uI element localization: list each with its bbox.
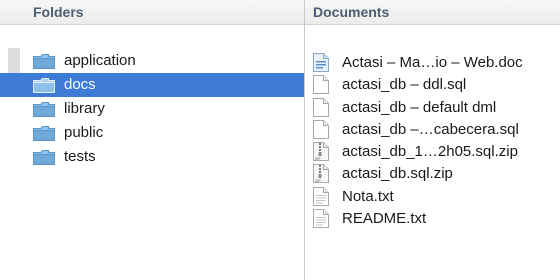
- zip-archive-icon: ZIP: [313, 142, 329, 162]
- document-icon: [313, 97, 329, 117]
- document-item[interactable]: Nota.txt: [305, 186, 560, 208]
- folders-column: Folders application docs library public …: [0, 0, 304, 280]
- document-label: actasi_db – ddl.sql: [342, 76, 467, 94]
- folder-item-label: docs: [64, 76, 96, 93]
- folder-item-tests[interactable]: tests: [0, 145, 304, 169]
- folder-item-public[interactable]: public: [0, 121, 304, 145]
- document-item[interactable]: actasi_db –…cabecera.sql: [305, 119, 560, 141]
- document-label: README.txt: [342, 210, 427, 228]
- folder-item-docs[interactable]: docs: [0, 73, 304, 97]
- folder-item-label: tests: [64, 148, 96, 165]
- folders-header: Folders: [0, 0, 304, 25]
- svg-text:ZIP: ZIP: [315, 179, 321, 183]
- folder-item-library[interactable]: library: [0, 97, 304, 121]
- document-item[interactable]: actasi_db – ddl.sql: [305, 74, 560, 96]
- column-browser: Folders application docs library public …: [0, 0, 560, 280]
- document-label: actasi_db –…cabecera.sql: [342, 120, 519, 138]
- folder-icon: [33, 54, 55, 69]
- documents-list: Actasi – Ma…io – Web.doc actasi_db – ddl…: [305, 52, 560, 230]
- folder-icon: [33, 78, 55, 93]
- folder-item-application[interactable]: application: [0, 49, 304, 73]
- folder-item-label: library: [64, 100, 105, 117]
- word-document-icon: [313, 53, 329, 72]
- text-file-icon: [313, 209, 329, 229]
- svg-text:ZIP: ZIP: [315, 157, 321, 161]
- document-item[interactable]: ZIP actasi_db_1…2h05.sql.zip: [305, 141, 560, 163]
- folder-item-label: application: [64, 52, 136, 69]
- document-label: Actasi – Ma…io – Web.doc: [342, 54, 523, 71]
- document-item[interactable]: actasi_db – default dml: [305, 97, 560, 119]
- document-item[interactable]: README.txt: [305, 208, 560, 230]
- folder-icon: [33, 102, 55, 117]
- text-file-icon: [313, 186, 329, 206]
- document-label: actasi_db.sql.zip: [342, 165, 453, 183]
- document-item[interactable]: Actasi – Ma…io – Web.doc: [305, 52, 560, 74]
- folder-item-label: public: [64, 124, 104, 141]
- folder-icon: [33, 150, 55, 165]
- document-item[interactable]: ZIP actasi_db.sql.zip: [305, 163, 560, 185]
- folder-icon: [33, 126, 55, 141]
- folders-list: application docs library public tests: [0, 49, 304, 169]
- document-label: actasi_db_1…2h05.sql.zip: [342, 143, 518, 161]
- documents-header: Documents: [305, 0, 560, 25]
- documents-column: Documents Actasi – Ma…io – Web.doc actas…: [305, 0, 560, 280]
- document-label: actasi_db – default dml: [342, 98, 497, 116]
- document-label: Nota.txt: [342, 187, 394, 205]
- zip-archive-icon: ZIP: [313, 164, 329, 184]
- document-icon: [313, 119, 329, 139]
- document-icon: [313, 75, 329, 95]
